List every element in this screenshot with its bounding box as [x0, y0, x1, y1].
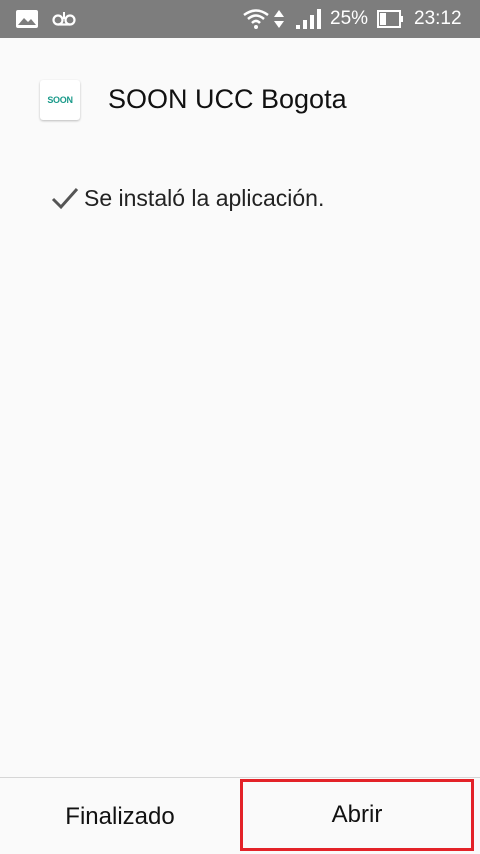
image-icon [14, 0, 40, 38]
done-button[interactable]: Finalizado [0, 778, 240, 854]
check-icon [50, 185, 80, 211]
app-header: SOON SOON UCC Bogota [0, 38, 480, 148]
install-status: Se instaló la aplicación. [50, 178, 324, 218]
app-icon: SOON [40, 80, 80, 120]
open-button[interactable]: Abrir [240, 779, 474, 851]
status-bar: 25% 23:12 [0, 0, 480, 38]
app-icon-label: SOON [47, 95, 73, 105]
install-message: Se instaló la aplicación. [84, 184, 325, 211]
clock: 23:12 [414, 8, 462, 29]
voicemail-icon [52, 0, 76, 38]
data-arrows-icon [272, 0, 286, 38]
app-title: SOON UCC Bogota [108, 84, 347, 114]
signal-icon [294, 0, 324, 38]
wifi-icon [242, 0, 270, 38]
bottom-action-bar: Finalizado Abrir [0, 777, 480, 854]
battery-percent: 25% [330, 8, 369, 29]
battery-icon [376, 0, 406, 38]
